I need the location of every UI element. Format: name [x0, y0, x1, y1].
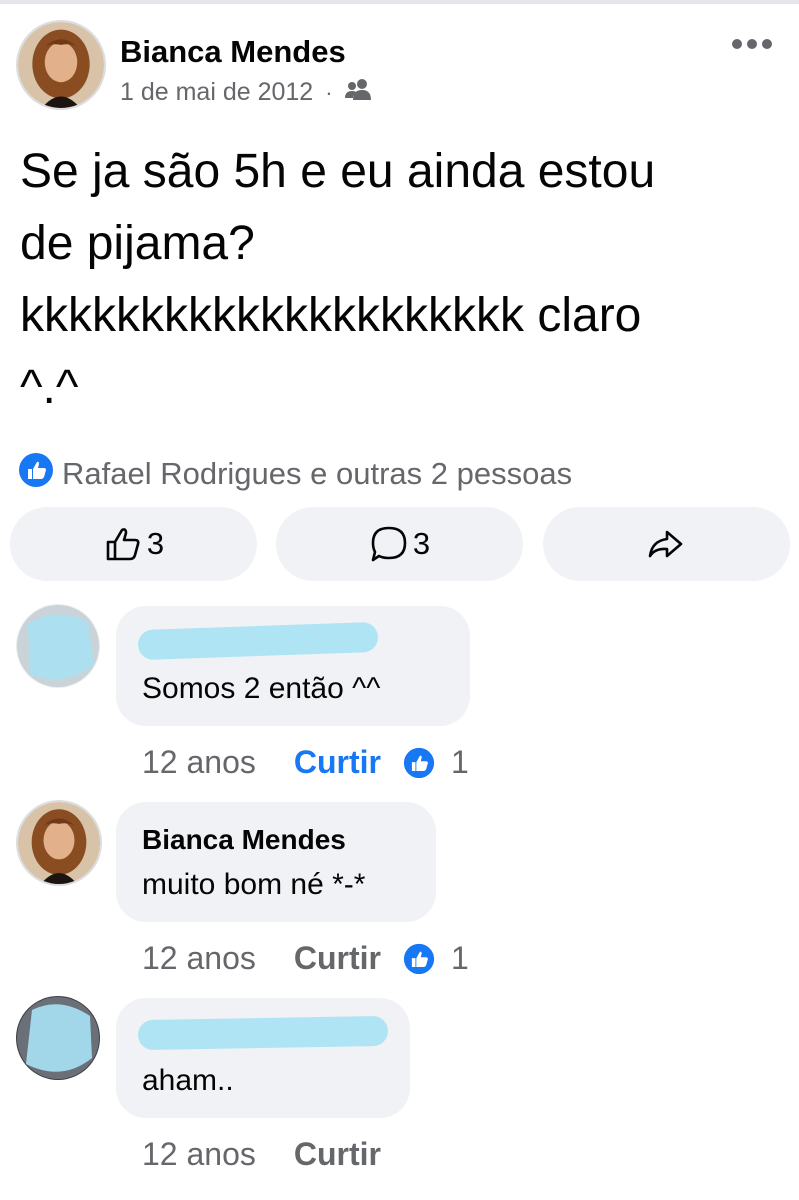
commenter-avatar[interactable] [16, 800, 102, 886]
post-text-line: de pijama? [20, 217, 255, 270]
comment-time[interactable]: 12 anos [142, 744, 256, 781]
comment-footer: 12 anos Curtir [142, 1136, 381, 1173]
post-text: Se ja são 5h e eu ainda estou de pijama?… [20, 136, 780, 424]
comment-reactions[interactable]: 1 [403, 744, 469, 781]
like-badge-icon [18, 452, 54, 496]
friends-icon [344, 78, 373, 107]
redaction-mark [137, 621, 379, 661]
comment-count: 3 [412, 526, 431, 561]
comment-bubble: Somos 2 então ^^ [116, 606, 470, 726]
redaction-mark [137, 1015, 389, 1051]
post-meta: 1 de mai de 2012 · [120, 78, 373, 107]
comment-bubble: Bianca Mendes muito bom né *-* [116, 802, 436, 922]
comment-like-button[interactable]: Curtir [294, 940, 381, 977]
comment-like-button[interactable]: Curtir [294, 1136, 381, 1173]
like-count: 3 [146, 526, 165, 561]
comment-reaction-count: 1 [450, 744, 469, 780]
comment-text: Somos 2 então ^^ [142, 672, 381, 705]
comment-bubble: aham.. [116, 998, 410, 1118]
more-options-icon[interactable] [731, 36, 773, 57]
commenter-avatar[interactable] [16, 996, 100, 1080]
comment-text: muito bom né *-* [142, 868, 366, 901]
share-button[interactable] [543, 507, 790, 581]
comment-footer: 12 anos Curtir 1 [142, 940, 469, 977]
comment-text: aham.. [142, 1064, 234, 1097]
post-author-name[interactable]: Bianca Mendes [120, 34, 346, 70]
like-badge-icon [403, 943, 435, 974]
comment-icon [371, 526, 407, 562]
comment-button[interactable]: 3 [276, 507, 523, 581]
post-date[interactable]: 1 de mai de 2012 [120, 78, 313, 107]
post-text-line: Se ja são 5h e eu ainda estou [20, 145, 656, 198]
comment-time[interactable]: 12 anos [142, 1136, 256, 1173]
post-text-line: kkkkkkkkkkkkkkkkkkkkk claro [20, 289, 642, 342]
share-icon [648, 530, 682, 558]
like-button[interactable]: 3 [10, 507, 257, 581]
comment-author[interactable]: Bianca Mendes [142, 824, 346, 856]
reactions-text: Rafael Rodrigues e outras 2 pessoas [62, 456, 573, 491]
meta-separator: · [325, 79, 333, 105]
thumbs-up-icon [106, 528, 140, 561]
commenter-avatar[interactable] [16, 604, 100, 688]
post-text-line: ^.^ [20, 361, 79, 414]
post-author-avatar[interactable] [16, 20, 106, 110]
top-divider [0, 0, 799, 4]
like-badge-icon [403, 747, 435, 778]
comment-reaction-count: 1 [450, 940, 469, 976]
comment-footer: 12 anos Curtir 1 [142, 744, 469, 781]
comment-time[interactable]: 12 anos [142, 940, 256, 977]
comment-reactions[interactable]: 1 [403, 940, 469, 977]
reactions-summary[interactable]: Rafael Rodrigues e outras 2 pessoas [18, 452, 572, 496]
comment-like-button[interactable]: Curtir [294, 744, 381, 781]
